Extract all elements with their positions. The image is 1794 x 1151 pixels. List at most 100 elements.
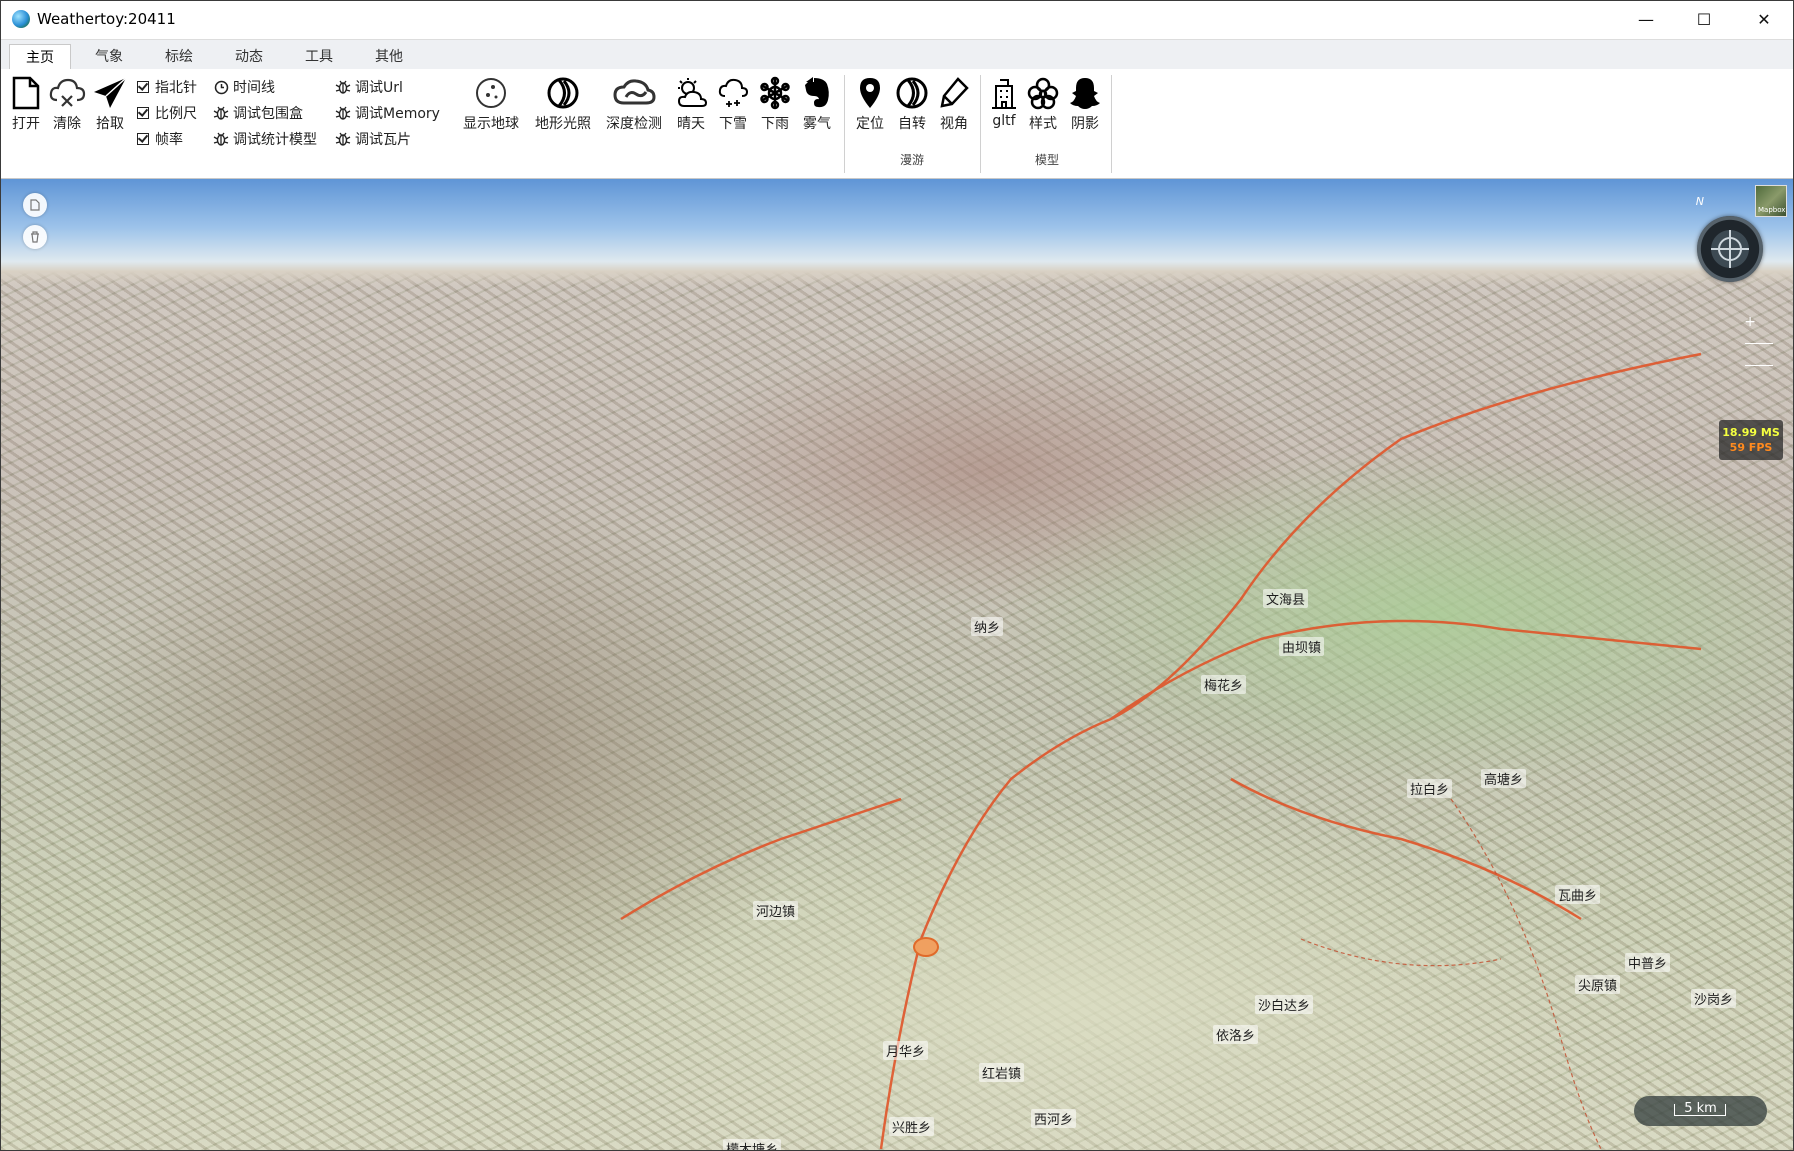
locate-label: 定位: [856, 116, 884, 132]
place-label: 高塘乡: [1481, 769, 1527, 788]
place-label: 尖原镇: [1575, 975, 1621, 994]
zoom-slider-line[interactable]: [1745, 343, 1773, 344]
place-label: 纳乡: [971, 617, 1004, 636]
app-window: Weathertoy:20411 — ☐ ✕ 主页 气象 标绘 动态 工具 其他…: [0, 0, 1794, 1151]
sunny-button[interactable]: 晴天: [671, 75, 711, 133]
ribbon-separator: [844, 75, 845, 173]
minimize-button[interactable]: —: [1617, 1, 1675, 38]
locate-button[interactable]: 定位: [851, 75, 889, 133]
roam-group-label: 漫游: [900, 153, 925, 167]
terrain-light-label: 地形光照: [535, 116, 591, 132]
tab-dynamic[interactable]: 动态: [219, 44, 279, 70]
debug-memory-button[interactable]: 调试Memory: [335, 103, 440, 123]
place-label: 沙岗乡: [1691, 989, 1737, 1008]
place-label: 沙白达乡: [1255, 995, 1314, 1014]
clear-label: 清除: [53, 116, 81, 132]
view-label: 视角: [940, 116, 968, 132]
fog-label: 雾气: [803, 116, 831, 132]
bug-icon: [335, 131, 351, 147]
debug-url-button[interactable]: 调试Url: [335, 77, 403, 97]
pick-label: 拾取: [96, 116, 124, 132]
ribbon-separator: [980, 75, 981, 173]
model-group-label: 模型: [1035, 153, 1060, 167]
show-globe-button[interactable]: 显示地球: [459, 75, 523, 133]
title-bar: Weathertoy:20411 — ☐ ✕: [1, 1, 1793, 38]
style-button[interactable]: 样式: [1024, 75, 1062, 133]
bug-icon: [213, 131, 229, 147]
debug-stats-label: 调试统计模型: [233, 132, 317, 148]
clear-button[interactable]: 清除: [47, 75, 87, 133]
depth-test-button[interactable]: 深度检测: [603, 75, 665, 133]
flower-icon: [1024, 75, 1062, 111]
bug-icon: [335, 79, 351, 95]
compass-checkbox-label: 指北针: [155, 80, 197, 96]
debug-stats-button[interactable]: 调试统计模型: [213, 129, 317, 149]
scale-checkbox[interactable]: 比例尺: [137, 103, 197, 123]
timeline-button[interactable]: 时间线: [213, 77, 275, 97]
scale-bar: 5 km: [1634, 1096, 1767, 1126]
fps-display: 18.99 MS 59 FPS: [1719, 420, 1783, 460]
pick-button[interactable]: 拾取: [89, 75, 131, 133]
roads-layer: [620, 352, 1702, 1150]
gltf-button[interactable]: gltf: [986, 75, 1022, 129]
evernote-elephant-icon: [797, 75, 837, 111]
sun-cloud-icon: [671, 75, 711, 111]
clock-icon: [213, 79, 229, 95]
close-icon: ✕: [1757, 10, 1771, 29]
place-label: 文海县: [1263, 589, 1309, 608]
debug-tiles-label: 调试瓦片: [355, 132, 411, 148]
show-globe-label: 显示地球: [463, 116, 519, 132]
tab-tools[interactable]: 工具: [289, 44, 349, 70]
cloud-snow-icon: [713, 75, 753, 111]
tab-home[interactable]: 主页: [9, 44, 71, 71]
view-button[interactable]: 视角: [935, 75, 973, 133]
scale-bar-label: 5 km: [1684, 1101, 1717, 1116]
file-icon: [7, 75, 45, 111]
debug-tiles-button[interactable]: 调试瓦片: [335, 129, 411, 149]
checkbox-checked-icon: [137, 81, 149, 93]
pen-nib-icon: [935, 75, 973, 111]
globe-map-view[interactable]: 文海县 由坝镇 梅花乡 河边镇 月华乡 兴胜乡 红岩镇 西河乡 依洛乡 沙白达乡…: [1, 179, 1793, 1150]
place-label: 檬木塘乡: [723, 1139, 782, 1150]
terrain-light-button[interactable]: 地形光照: [531, 75, 595, 133]
navigation-compass[interactable]: [1697, 216, 1763, 282]
debug-url-label: 调试Url: [355, 80, 403, 96]
base-layer-label: Mapbox: [1758, 206, 1786, 214]
maximize-button[interactable]: ☐: [1675, 1, 1733, 38]
shadow-button[interactable]: 阴影: [1066, 75, 1104, 133]
location-marker-icon[interactable]: [913, 937, 939, 957]
trash-icon[interactable]: [23, 225, 47, 249]
globe-app-icon: [12, 10, 30, 28]
tab-other[interactable]: 其他: [359, 44, 419, 70]
tab-plot[interactable]: 标绘: [149, 44, 209, 70]
rotate-button[interactable]: 自转: [893, 75, 931, 133]
zoom-in-button[interactable]: +: [1744, 314, 1756, 330]
rotate-label: 自转: [898, 116, 926, 132]
paper-plane-icon: [89, 75, 131, 111]
bug-icon: [213, 105, 229, 121]
snow-button[interactable]: 下雪: [713, 75, 753, 133]
checkbox-checked-icon: [137, 133, 149, 145]
moon-icon: [531, 75, 595, 111]
fog-button[interactable]: 雾气: [797, 75, 837, 133]
rain-button[interactable]: 下雨: [755, 75, 795, 133]
close-button[interactable]: ✕: [1735, 1, 1793, 38]
open-button[interactable]: 打开: [7, 75, 45, 133]
debug-bbox-button[interactable]: 调试包围盒: [213, 103, 303, 123]
document-icon[interactable]: [23, 193, 47, 217]
globe-dots-icon: [459, 75, 523, 111]
tab-weather[interactable]: 气象: [79, 44, 139, 70]
compass-ring-icon: [1718, 237, 1742, 261]
ribbon-tabs: 主页 气象 标绘 动态 工具 其他: [1, 39, 1793, 71]
cloud-clear-icon: [47, 75, 87, 111]
compass-checkbox[interactable]: 指北针: [137, 77, 197, 97]
base-layer-picker[interactable]: Mapbox: [1755, 185, 1787, 217]
place-label: 月华乡: [883, 1041, 929, 1060]
moon-icon: [893, 75, 931, 111]
fps-checkbox[interactable]: 帧率: [137, 129, 183, 149]
timeline-label: 时间线: [233, 80, 275, 96]
place-label: 由坝镇: [1279, 637, 1325, 656]
shadow-label: 阴影: [1071, 116, 1099, 132]
checkbox-checked-icon: [137, 107, 149, 119]
zoom-out-line[interactable]: [1745, 365, 1773, 366]
